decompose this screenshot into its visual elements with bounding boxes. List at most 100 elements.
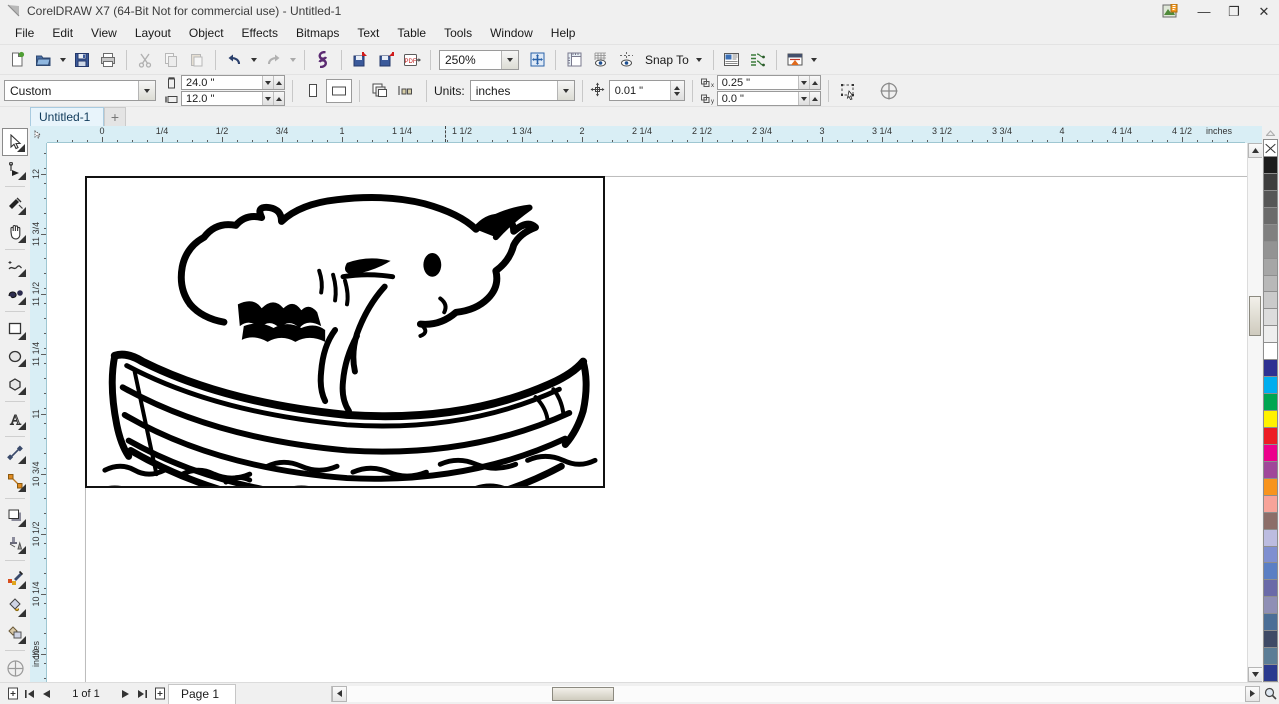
horizontal-scroll-track[interactable] (347, 686, 1245, 702)
palette-swatch[interactable] (1264, 547, 1277, 564)
portrait-orientation-button[interactable] (300, 79, 326, 103)
palette-swatch[interactable] (1264, 343, 1277, 360)
palette-swatch[interactable] (1264, 597, 1277, 614)
zoom-level-dropdown[interactable] (501, 51, 518, 69)
palette-swatch[interactable] (1264, 648, 1277, 665)
open-document-dropdown[interactable] (56, 48, 69, 72)
export-button[interactable] (373, 48, 399, 72)
page-preset-dropdown[interactable] (138, 81, 155, 100)
new-document-button[interactable] (4, 48, 30, 72)
palette-swatch[interactable] (1264, 377, 1277, 394)
menu-edit[interactable]: Edit (43, 23, 82, 43)
new-document-tab-button[interactable]: + (104, 107, 126, 126)
import-search-button[interactable] (310, 48, 336, 72)
palette-swatch[interactable] (1264, 191, 1277, 208)
vertical-scroll-track[interactable] (1248, 158, 1262, 667)
publish-pdf-button[interactable]: PDF (399, 48, 425, 72)
landscape-orientation-button[interactable] (326, 79, 352, 103)
horizontal-scrollbar[interactable] (238, 685, 1260, 703)
palette-swatch[interactable] (1264, 225, 1277, 242)
last-page-button[interactable] (134, 685, 151, 703)
save-document-button[interactable] (69, 48, 95, 72)
show-guides-button[interactable] (613, 48, 639, 72)
treat-as-filled-button[interactable] (836, 79, 862, 103)
duplicate-x-spin-down[interactable] (798, 76, 809, 89)
application-launcher-button[interactable] (782, 48, 808, 72)
redo-button[interactable] (260, 48, 286, 72)
crop-tool[interactable] (2, 190, 28, 218)
palette-swatch[interactable] (1264, 665, 1277, 682)
import-button[interactable] (347, 48, 373, 72)
options-button[interactable] (719, 48, 745, 72)
menu-help[interactable]: Help (542, 23, 585, 43)
duplicate-offset-x-field[interactable]: 0.25 " (717, 75, 821, 90)
palette-swatch[interactable] (1264, 580, 1277, 597)
menu-window[interactable]: Window (481, 23, 542, 43)
page-width-spin-down[interactable] (262, 76, 273, 89)
palette-swatch[interactable] (1264, 174, 1277, 191)
freehand-tool[interactable] (2, 253, 28, 281)
palette-swatch[interactable] (1264, 513, 1277, 530)
interactive-fill-tool[interactable] (2, 592, 28, 620)
close-button[interactable]: ✕ (1249, 0, 1279, 22)
polygon-tool[interactable] (2, 370, 28, 398)
page-height-spin-up[interactable] (273, 92, 284, 105)
minimize-button[interactable]: — (1189, 0, 1219, 22)
application-launcher-dropdown[interactable] (808, 48, 821, 72)
previous-page-button[interactable] (38, 685, 55, 703)
menu-view[interactable]: View (82, 23, 126, 43)
text-tool[interactable]: A (2, 405, 28, 433)
page-height-field[interactable]: 12.0 " (181, 91, 285, 106)
duplicate-y-spin-up[interactable] (809, 92, 820, 105)
palette-swatch[interactable] (1264, 496, 1277, 513)
palette-scroll-up-button[interactable] (1263, 126, 1278, 139)
drawing-canvas[interactable] (47, 143, 1247, 682)
first-page-button[interactable] (21, 685, 38, 703)
current-page-only-button[interactable] (393, 79, 419, 103)
add-page-after-button[interactable] (151, 685, 168, 703)
object-manager-button[interactable] (745, 48, 771, 72)
zoom-pan-tool[interactable] (2, 218, 28, 246)
horizontal-scroll-thumb[interactable] (552, 687, 614, 701)
palette-swatch[interactable] (1264, 292, 1277, 309)
rectangle-tool[interactable] (2, 315, 28, 343)
bull-in-rowboat-clipart[interactable] (85, 176, 605, 488)
document-tab-untitled-1[interactable]: Untitled-1 (30, 107, 104, 126)
restore-button[interactable]: ❐ (1219, 0, 1249, 22)
quick-customize-tool[interactable] (2, 654, 28, 682)
vertical-ruler[interactable]: 1211 3/411 1/211 1/41110 3/410 1/210 1/4… (30, 143, 47, 682)
palette-swatch[interactable] (1264, 614, 1277, 631)
scroll-down-button[interactable] (1248, 667, 1263, 682)
color-eyedropper-tool[interactable] (2, 564, 28, 592)
palette-swatch[interactable] (1264, 309, 1277, 326)
page-preset-combo[interactable]: Custom (4, 80, 156, 101)
show-grid-button[interactable] (587, 48, 613, 72)
all-pages-button[interactable] (367, 79, 393, 103)
palette-swatch[interactable] (1264, 394, 1277, 411)
units-dropdown[interactable] (557, 81, 574, 100)
copy-button[interactable] (158, 48, 184, 72)
palette-swatch[interactable] (1264, 428, 1277, 445)
license-notice-icon[interactable] (1159, 2, 1181, 20)
vertical-guideline-marker[interactable] (445, 126, 446, 142)
ruler-origin-corner[interactable] (30, 126, 47, 143)
palette-swatch[interactable] (1264, 631, 1277, 648)
next-page-button[interactable] (117, 685, 134, 703)
palette-swatch[interactable] (1264, 242, 1277, 259)
paste-button[interactable] (184, 48, 210, 72)
page-width-spin-up[interactable] (273, 76, 284, 89)
duplicate-offset-y-field[interactable]: 0.0 " (717, 91, 821, 106)
menu-object[interactable]: Object (180, 23, 233, 43)
palette-swatch[interactable] (1264, 208, 1277, 225)
scroll-right-button[interactable] (1245, 686, 1260, 702)
cut-button[interactable] (132, 48, 158, 72)
fullscreen-preview-button[interactable] (524, 48, 550, 72)
add-page-before-button[interactable] (4, 685, 21, 703)
page-tab-page-1[interactable]: Page 1 (168, 684, 236, 704)
nudge-distance-field[interactable]: 0.01 " (609, 80, 685, 101)
palette-swatch[interactable] (1264, 411, 1277, 428)
ellipse-tool[interactable] (2, 343, 28, 371)
page-height-spin-down[interactable] (262, 92, 273, 105)
parallel-dimension-tool[interactable] (2, 440, 28, 468)
palette-swatch[interactable] (1264, 360, 1277, 377)
